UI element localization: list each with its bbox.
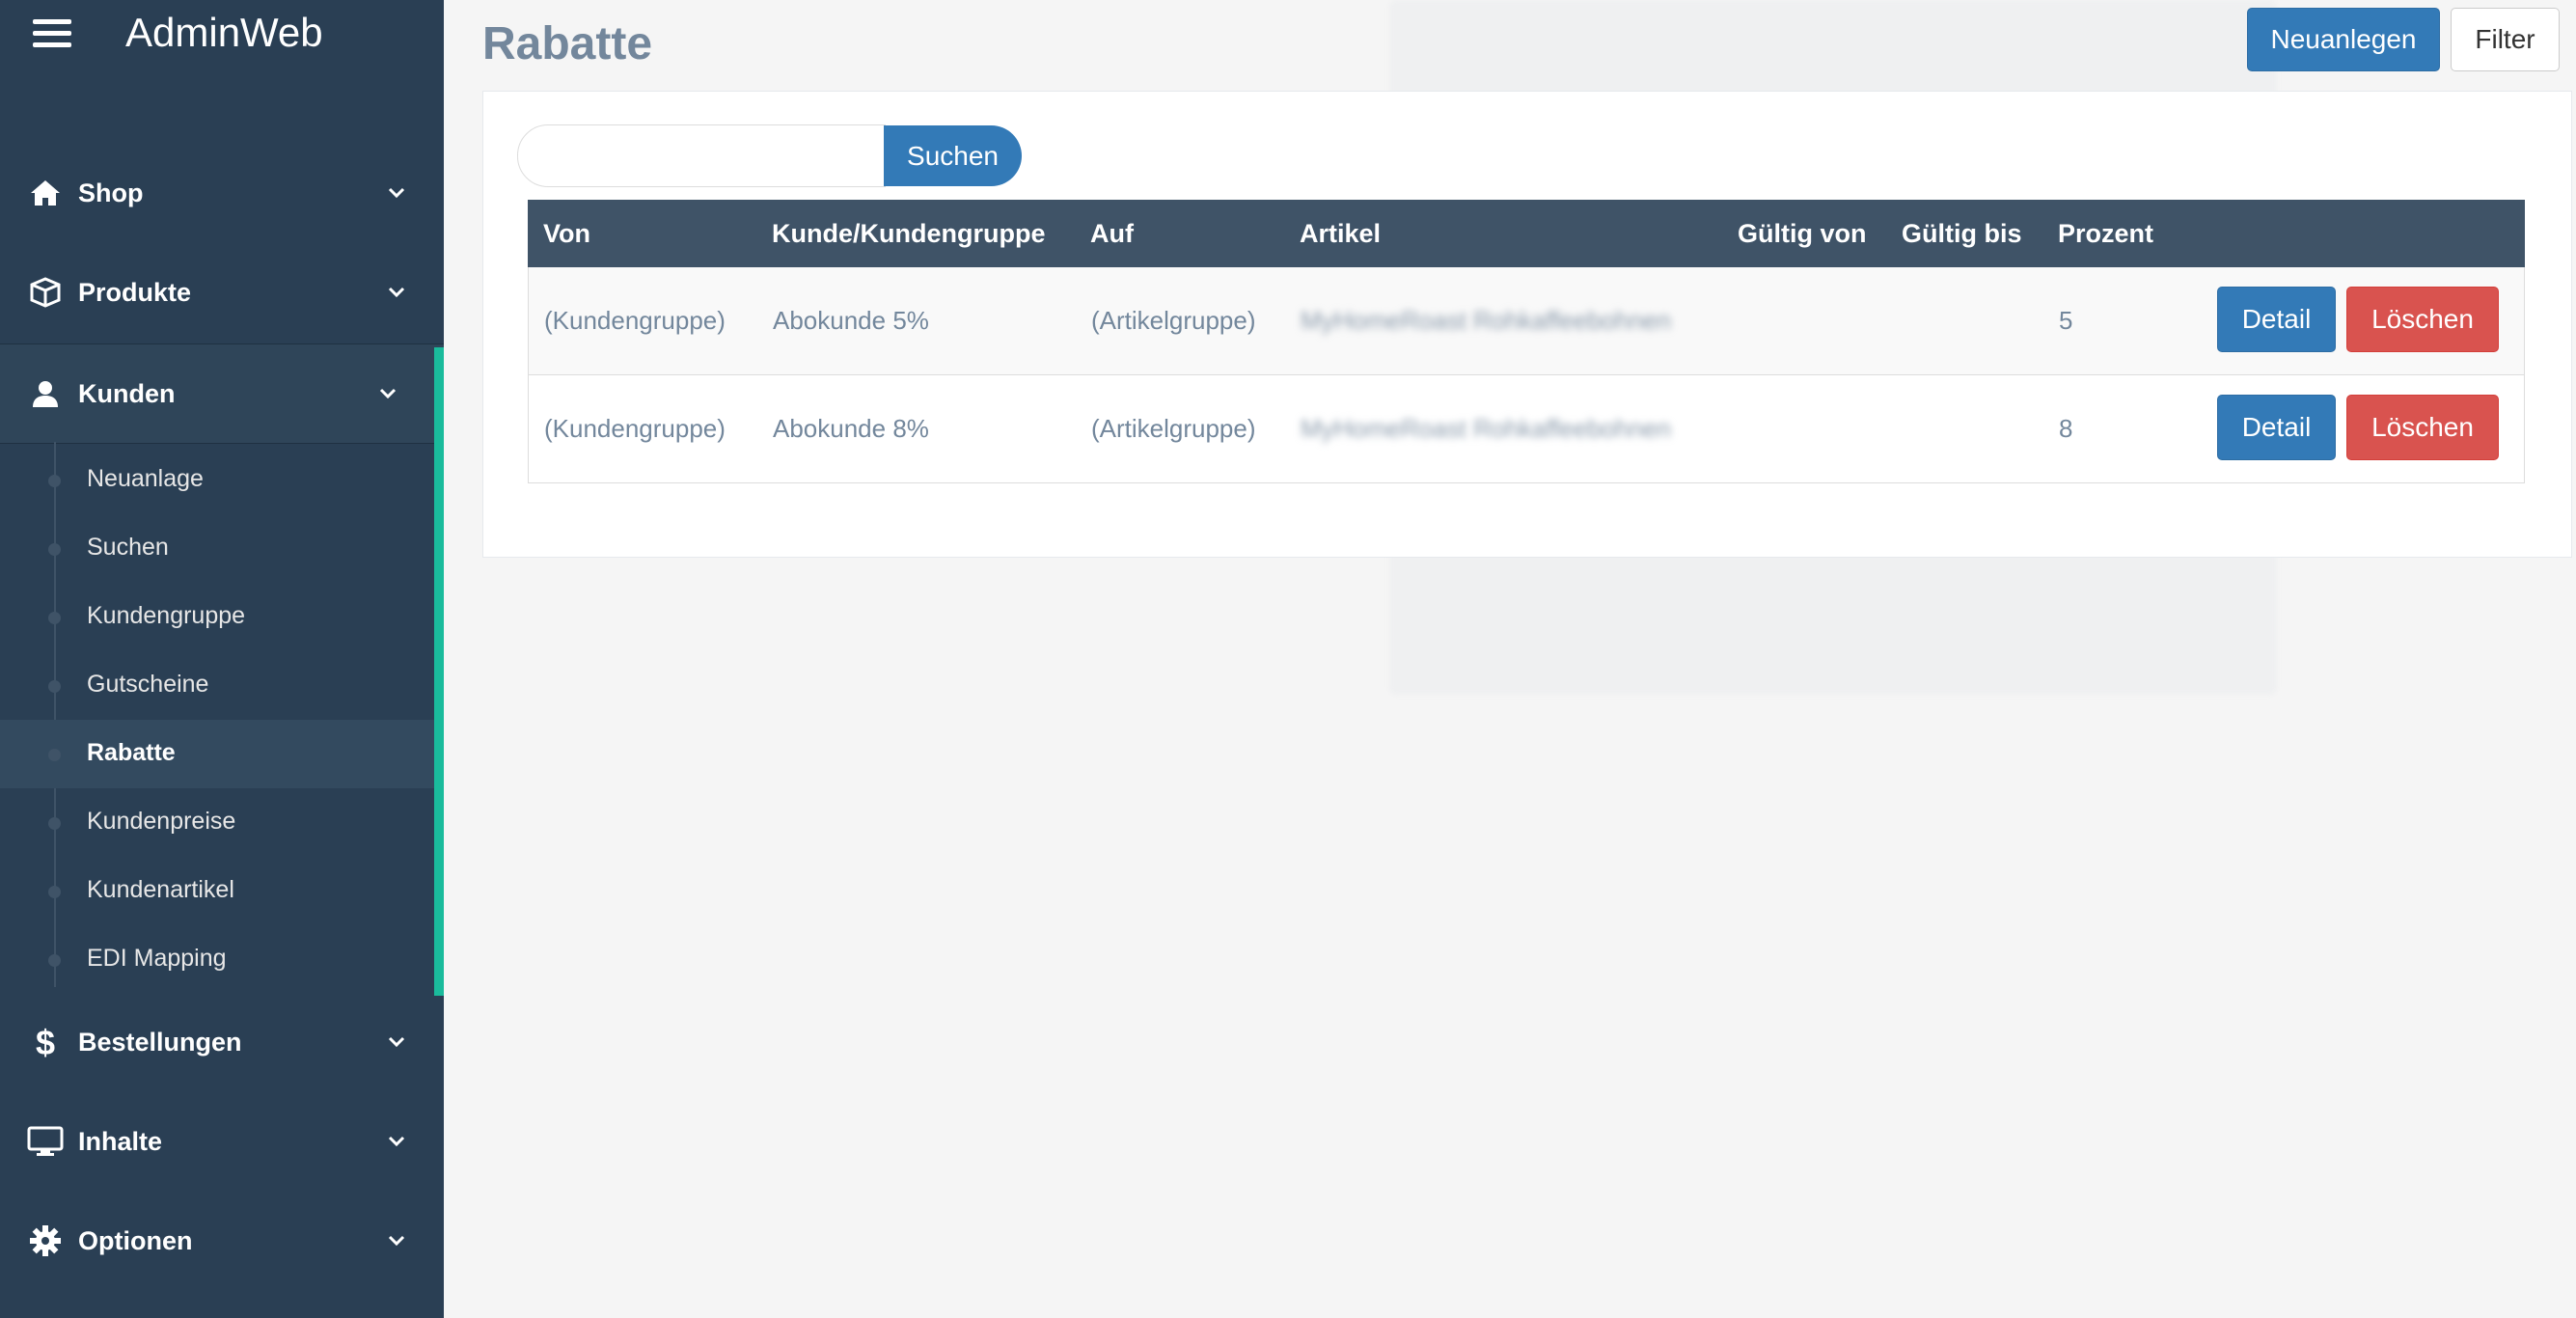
column-header-auf: Auf [1090, 219, 1134, 248]
cell-von: (Kundengruppe) [544, 306, 726, 335]
cell-prozent: 5 [2059, 306, 2073, 335]
sidebar-subitem-rabatte[interactable]: Rabatte [0, 720, 434, 788]
bullet-dot-icon [48, 954, 61, 967]
sidebar-subitem-label: Rabatte [87, 739, 176, 766]
sidebar-subitem-label: Gutscheine [87, 671, 209, 698]
sidebar-subitem-label: Kundenartikel [87, 876, 234, 903]
sidebar-subitem-label: Suchen [87, 534, 169, 561]
sidebar-item-label: Optionen [78, 1225, 193, 1255]
sidebar-item-label: Kunden [78, 378, 176, 408]
cell-kunde: Abokunde 8% [773, 414, 929, 443]
search-input[interactable] [517, 124, 886, 187]
column-header-artikel: Artikel [1300, 219, 1382, 248]
cell-artikel: MyHomeRoast Rohkaffeebohnen [1301, 306, 1671, 335]
sidebar: AdminWeb Shop Produkte Kunden Neuanlage [0, 0, 444, 1318]
cell-von: (Kundengruppe) [544, 414, 726, 443]
sidebar-subitem-gutscheine[interactable]: Gutscheine [0, 651, 434, 720]
sidebar-subitem-label: Neuanlage [87, 465, 204, 492]
column-header-gueltig-bis: Gültig bis [1902, 219, 2022, 248]
sidebar-item-label: Bestellungen [78, 1027, 242, 1057]
column-header-gueltig-von: Gültig von [1738, 219, 1867, 248]
chevron-down-icon [386, 1031, 407, 1053]
bullet-dot-icon [48, 886, 61, 898]
cell-auf: (Artikelgruppe) [1091, 414, 1256, 443]
user-icon [27, 375, 64, 412]
bullet-dot-icon [48, 475, 61, 487]
filter-button[interactable]: Filter [2451, 8, 2560, 71]
sidebar-item-kunden[interactable]: Kunden [0, 343, 444, 444]
column-header-von: Von [543, 219, 590, 248]
sidebar-subitem-label: Kundengruppe [87, 602, 246, 629]
hamburger-menu-icon[interactable] [33, 19, 71, 48]
detail-button[interactable]: Detail [2217, 287, 2336, 352]
table-header: Von Kunde/Kundengruppe Auf Artikel Gülti… [528, 200, 2525, 267]
active-section-indicator [434, 347, 444, 996]
bullet-dot-icon [48, 817, 61, 830]
cell-artikel: MyHomeRoast Rohkaffeebohnen [1301, 414, 1671, 443]
sidebar-item-label: Inhalte [78, 1126, 163, 1156]
sidebar-item-inhalte[interactable]: Inhalte [0, 1091, 444, 1192]
bullet-dot-icon [48, 612, 61, 624]
sidebar-subitem-suchen[interactable]: Suchen [0, 514, 434, 583]
sidebar-subitem-label: Kundenpreise [87, 808, 236, 835]
chevron-down-icon [386, 1230, 407, 1251]
cell-kunde: Abokunde 5% [773, 306, 929, 335]
home-icon [27, 175, 64, 211]
box-icon [27, 274, 64, 311]
sidebar-item-bestellungen[interactable]: $ Bestellungen [0, 992, 444, 1092]
column-header-kunde: Kunde/Kundengruppe [772, 219, 1046, 248]
svg-text:$: $ [36, 1024, 55, 1060]
chevron-down-icon [377, 383, 398, 404]
brand-name[interactable]: AdminWeb [125, 10, 323, 56]
new-button[interactable]: Neuanlegen [2247, 8, 2440, 71]
dollar-icon: $ [27, 1024, 64, 1060]
search-button[interactable]: Suchen [884, 125, 1022, 186]
cell-auf: (Artikelgruppe) [1091, 306, 1256, 335]
cell-prozent: 8 [2059, 414, 2073, 443]
table-row: (Kundengruppe) Abokunde 8% (Artikelgrupp… [528, 375, 2525, 483]
table-row: (Kundengruppe) Abokunde 5% (Artikelgrupp… [528, 267, 2525, 375]
bullet-dot-icon [48, 543, 61, 556]
sidebar-subitem-neuanlage[interactable]: Neuanlage [0, 446, 434, 514]
gear-icon [27, 1222, 64, 1259]
sidebar-item-shop[interactable]: Shop [0, 143, 444, 243]
sidebar-subitem-label: EDI Mapping [87, 945, 227, 972]
sidebar-item-optionen[interactable]: Optionen [0, 1191, 444, 1291]
sidebar-subitem-kundengruppe[interactable]: Kundengruppe [0, 583, 434, 651]
sidebar-subitem-kundenpreise[interactable]: Kundenpreise [0, 788, 434, 857]
delete-button[interactable]: Löschen [2346, 395, 2499, 460]
chevron-down-icon [386, 182, 407, 204]
page-title: Rabatte [482, 18, 653, 69]
brand-bar: AdminWeb [0, 0, 444, 73]
sidebar-item-label: Produkte [78, 277, 192, 307]
monitor-icon [27, 1123, 64, 1160]
column-header-prozent: Prozent [2058, 219, 2154, 248]
bullet-dot-icon [48, 680, 61, 693]
sidebar-subitem-edi-mapping[interactable]: EDI Mapping [0, 925, 434, 994]
delete-button[interactable]: Löschen [2346, 287, 2499, 352]
detail-button[interactable]: Detail [2217, 395, 2336, 460]
sidebar-item-label: Shop [78, 178, 144, 207]
chevron-down-icon [386, 282, 407, 303]
chevron-down-icon [386, 1131, 407, 1152]
bullet-dot-icon [48, 749, 61, 761]
sidebar-item-produkte[interactable]: Produkte [0, 242, 444, 343]
sidebar-subitem-kundenartikel[interactable]: Kundenartikel [0, 857, 434, 925]
